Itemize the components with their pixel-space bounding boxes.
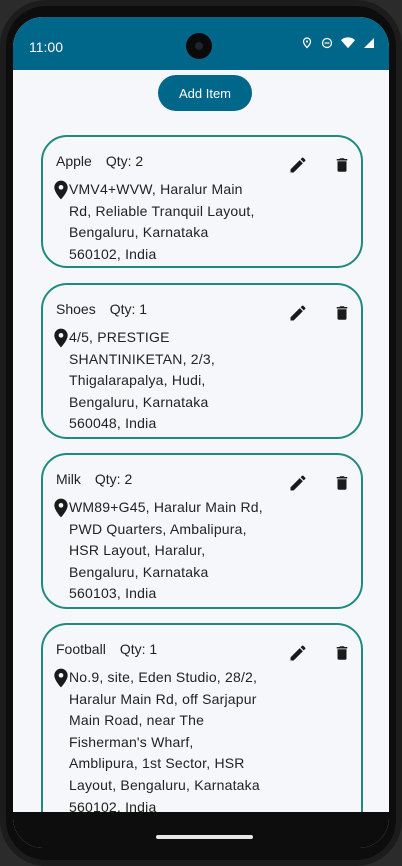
navigation-bar	[13, 812, 389, 848]
pencil-icon	[290, 645, 306, 661]
signal-icon	[364, 38, 374, 48]
app-screen: 11:00 Add Item Apple Qty: 2 VMV4+WVW, Ha…	[13, 17, 389, 848]
trash-icon	[336, 306, 348, 320]
item-header: Milk Qty: 2	[56, 471, 132, 487]
do-not-disturb-icon	[321, 37, 333, 49]
delete-button[interactable]	[330, 471, 354, 495]
edit-button[interactable]	[286, 153, 310, 177]
trash-icon	[336, 646, 348, 660]
item-qty: Qty: 1	[119, 641, 158, 657]
wifi-icon	[341, 37, 355, 49]
item-name: Apple	[56, 153, 92, 169]
item-address: No.9, site, Eden Studio, 28/2, Haralur M…	[69, 669, 260, 815]
address-row: VMV4+WVW, Haralur Main Rd, Reliable Tran…	[53, 179, 263, 265]
edit-button[interactable]	[286, 641, 310, 665]
location-icon	[302, 37, 312, 49]
item-qty: Qty: 1	[109, 301, 148, 317]
item-name: Shoes	[56, 301, 96, 317]
pencil-icon	[290, 305, 306, 321]
phone-frame: 11:00 Add Item Apple Qty: 2 VMV4+WVW, Ha…	[0, 0, 402, 866]
status-bar: 11:00	[13, 17, 389, 70]
item-qty: Qty: 2	[105, 153, 144, 169]
delete-button[interactable]	[330, 153, 354, 177]
address-row: 4/5, PRESTIGE SHANTINIKETAN, 2/3, Thigal…	[53, 327, 263, 435]
location-pin-icon	[54, 668, 68, 688]
edit-button[interactable]	[286, 471, 310, 495]
item-name: Milk	[56, 471, 81, 487]
phone-bezel: 11:00 Add Item Apple Qty: 2 VMV4+WVW, Ha…	[6, 6, 396, 860]
edit-button[interactable]	[286, 301, 310, 325]
delete-button[interactable]	[330, 641, 354, 665]
item-card: Shoes Qty: 1 4/5, PRESTIGE SHANTINIKETAN,…	[41, 283, 363, 439]
item-name: Football	[56, 641, 106, 657]
status-time: 11:00	[29, 39, 63, 55]
item-card: Football Qty: 1 No.9, site, Eden Studio, …	[41, 623, 363, 830]
address-row: No.9, site, Eden Studio, 28/2, Haralur M…	[53, 667, 263, 818]
item-qty: Qty: 2	[94, 471, 133, 487]
pencil-icon	[290, 475, 306, 491]
item-card: Apple Qty: 2 VMV4+WVW, Haralur Main Rd, R…	[41, 135, 363, 268]
trash-icon	[336, 158, 348, 172]
trash-icon	[336, 476, 348, 490]
location-pin-icon	[54, 180, 68, 200]
item-address: WM89+G45, Haralur Main Rd, PWD Quarters,…	[69, 499, 263, 602]
delete-button[interactable]	[330, 301, 354, 325]
front-camera	[186, 33, 212, 59]
item-list: Add Item Apple Qty: 2 VMV4+WVW, Haralur M…	[13, 70, 389, 830]
status-icons	[301, 37, 375, 49]
home-gesture-handle[interactable]	[156, 835, 253, 839]
item-header: Football Qty: 1	[56, 641, 157, 657]
add-item-button[interactable]: Add Item	[158, 75, 252, 111]
item-address: 4/5, PRESTIGE SHANTINIKETAN, 2/3, Thigal…	[69, 329, 215, 432]
address-row: WM89+G45, Haralur Main Rd, PWD Quarters,…	[53, 497, 263, 605]
location-pin-icon	[54, 328, 68, 348]
location-pin-icon	[54, 498, 68, 518]
item-card: Milk Qty: 2 WM89+G45, Haralur Main Rd, PW…	[41, 453, 363, 609]
pencil-icon	[290, 157, 306, 173]
item-header: Shoes Qty: 1	[56, 301, 147, 317]
item-header: Apple Qty: 2	[56, 153, 143, 169]
item-address: VMV4+WVW, Haralur Main Rd, Reliable Tran…	[69, 181, 255, 262]
